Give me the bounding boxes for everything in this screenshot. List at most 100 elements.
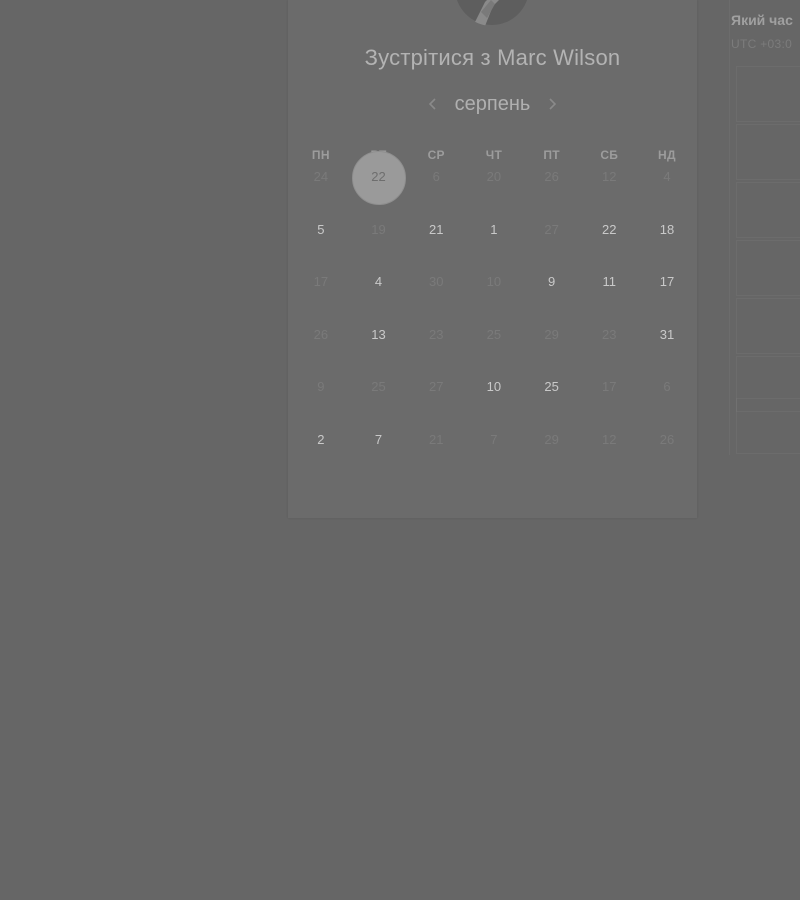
calendar-day-number: 31 xyxy=(659,326,675,342)
time-slot[interactable] xyxy=(736,240,800,296)
avatar xyxy=(455,0,529,26)
calendar-day-number: 21 xyxy=(428,221,444,237)
calendar-day: 25 xyxy=(350,380,408,433)
calendar-day-number: 12 xyxy=(602,431,617,447)
calendar-day[interactable]: 18 xyxy=(638,221,696,276)
calendar-day-number: 30 xyxy=(428,274,444,289)
calendar-grid: ПН ВТ СР ЧТ ПТ СБ НД 24 22 6 20 26 12 4 5 19 21 1 2… xyxy=(292,148,696,485)
calendar-day[interactable]: 5 xyxy=(292,221,350,276)
calendar-day: 12 xyxy=(580,170,638,223)
calendar-day-number: 27 xyxy=(428,379,444,394)
calendar-day[interactable]: 1 xyxy=(465,221,523,276)
time-slot[interactable] xyxy=(736,398,800,454)
weekday-label: НД xyxy=(658,148,676,162)
calendar-day-number: 17 xyxy=(659,274,675,289)
weekday-header: ПН ВТ СР ЧТ ПТ СБ НД xyxy=(292,148,696,166)
calendar-day[interactable]: 2 xyxy=(292,431,350,486)
calendar-day[interactable]: 10 xyxy=(465,380,523,433)
calendar-day[interactable]: 31 xyxy=(638,326,696,381)
calendar-day: 7 xyxy=(465,431,523,486)
calendar-day[interactable]: 7 xyxy=(350,431,408,486)
calendar-day-number: 5 xyxy=(317,221,325,237)
calendar-day-number: 7 xyxy=(374,431,383,447)
calendar-day: 17 xyxy=(292,275,350,328)
calendar-day-number: 7 xyxy=(490,431,498,447)
month-navigation: серпень xyxy=(288,90,697,118)
chevron-right-icon[interactable] xyxy=(538,90,566,118)
calendar-day-number: 27 xyxy=(544,221,559,237)
calendar-day[interactable]: 11 xyxy=(580,275,638,328)
calendar-day-number: 4 xyxy=(374,274,383,289)
calendar-day: 26 xyxy=(638,431,696,486)
weekday-label: СБ xyxy=(600,148,619,162)
calendar-day-number: 23 xyxy=(428,326,444,342)
calendar-day: 6 xyxy=(407,170,465,223)
calendar-day-number: 22 xyxy=(371,169,386,184)
weekday-label: ПТ xyxy=(543,148,560,162)
calendar-day[interactable]: 13 xyxy=(350,326,408,381)
calendar-day: 6 xyxy=(638,380,696,433)
calendar-day-number: 18 xyxy=(659,221,675,237)
weekday-label: ЧТ xyxy=(485,148,503,162)
calendar-day: 12 xyxy=(580,431,638,486)
calendar-day-number: 26 xyxy=(544,169,559,184)
calendar-day: 23 xyxy=(407,326,465,381)
calendar-day: 27 xyxy=(523,221,581,276)
avatar-image xyxy=(457,0,527,26)
calendar-day-number: 1 xyxy=(490,221,498,237)
calendar-day: 23 xyxy=(580,326,638,381)
calendar-day-number: 13 xyxy=(371,326,386,342)
calendar-day-number: 2 xyxy=(317,431,325,447)
calendar-day: 27 xyxy=(407,380,465,433)
calendar-days: 24 22 6 20 26 12 4 5 19 21 1 27 22 18 17 4 30 10 9 11 17 26 13… xyxy=(292,170,696,485)
calendar-day-number: 29 xyxy=(544,431,559,447)
calendar-day: 24 xyxy=(292,170,350,223)
calendar-day-number: 24 xyxy=(313,169,329,184)
calendar-day-number: 26 xyxy=(659,431,675,447)
calendar-day-number: 25 xyxy=(371,379,386,394)
calendar-day: 29 xyxy=(523,327,581,381)
calendar-day-number: 25 xyxy=(486,326,502,342)
calendar-day-number: 17 xyxy=(313,274,329,289)
chevron-left-icon[interactable] xyxy=(419,90,447,118)
calendar-day: 30 xyxy=(407,275,465,328)
calendar-day-number: 19 xyxy=(371,221,386,237)
calendar-day-number: 21 xyxy=(428,431,444,447)
calendar-day: 20 xyxy=(465,170,523,223)
calendar-day[interactable]: 25 xyxy=(523,380,581,433)
calendar-day: 4 xyxy=(638,170,696,223)
calendar-day-number: 10 xyxy=(486,274,502,289)
calendar-day-number: 6 xyxy=(663,379,671,394)
weekday-label: СР xyxy=(427,148,445,162)
calendar-day: 29 xyxy=(523,431,581,486)
time-slot[interactable] xyxy=(736,182,800,238)
calendar-day: 9 xyxy=(292,380,350,433)
calendar-day-number: 17 xyxy=(602,379,617,394)
calendar-day[interactable]: 4 xyxy=(350,275,408,328)
time-slot[interactable] xyxy=(736,66,800,122)
calendar-day[interactable]: 9 xyxy=(523,275,581,328)
calendar-day: 26 xyxy=(523,170,581,223)
calendar-day-number: 11 xyxy=(602,274,617,289)
calendar-day-number: 6 xyxy=(432,169,440,184)
calendar-day: 19 xyxy=(350,221,408,276)
time-slot[interactable] xyxy=(736,298,800,354)
calendar-day-number: 4 xyxy=(663,169,671,184)
time-slot[interactable] xyxy=(736,124,800,180)
calendar-day[interactable]: 22 xyxy=(580,221,638,276)
calendar-day-number: 22 xyxy=(602,221,617,237)
calendar-day[interactable]: 17 xyxy=(638,275,696,328)
timezone-label[interactable]: UTC +03:0 xyxy=(731,37,792,51)
calendar-day[interactable]: 21 xyxy=(407,221,465,276)
calendar-day: 21 xyxy=(407,431,465,486)
calendar-day: 10 xyxy=(465,275,523,328)
calendar-day-selected[interactable]: 22 xyxy=(350,170,408,223)
time-panel-title: Який час xyxy=(731,12,793,28)
calendar-day: 25 xyxy=(465,326,523,381)
calendar-day-number: 26 xyxy=(313,326,329,342)
meeting-title: Зустрітися з Marc Wilson xyxy=(364,45,621,70)
calendar-day-number: 20 xyxy=(486,169,502,184)
calendar-day-number: 23 xyxy=(602,326,617,342)
calendar-day-number: 9 xyxy=(317,379,325,394)
calendar-day-number: 12 xyxy=(602,169,617,184)
